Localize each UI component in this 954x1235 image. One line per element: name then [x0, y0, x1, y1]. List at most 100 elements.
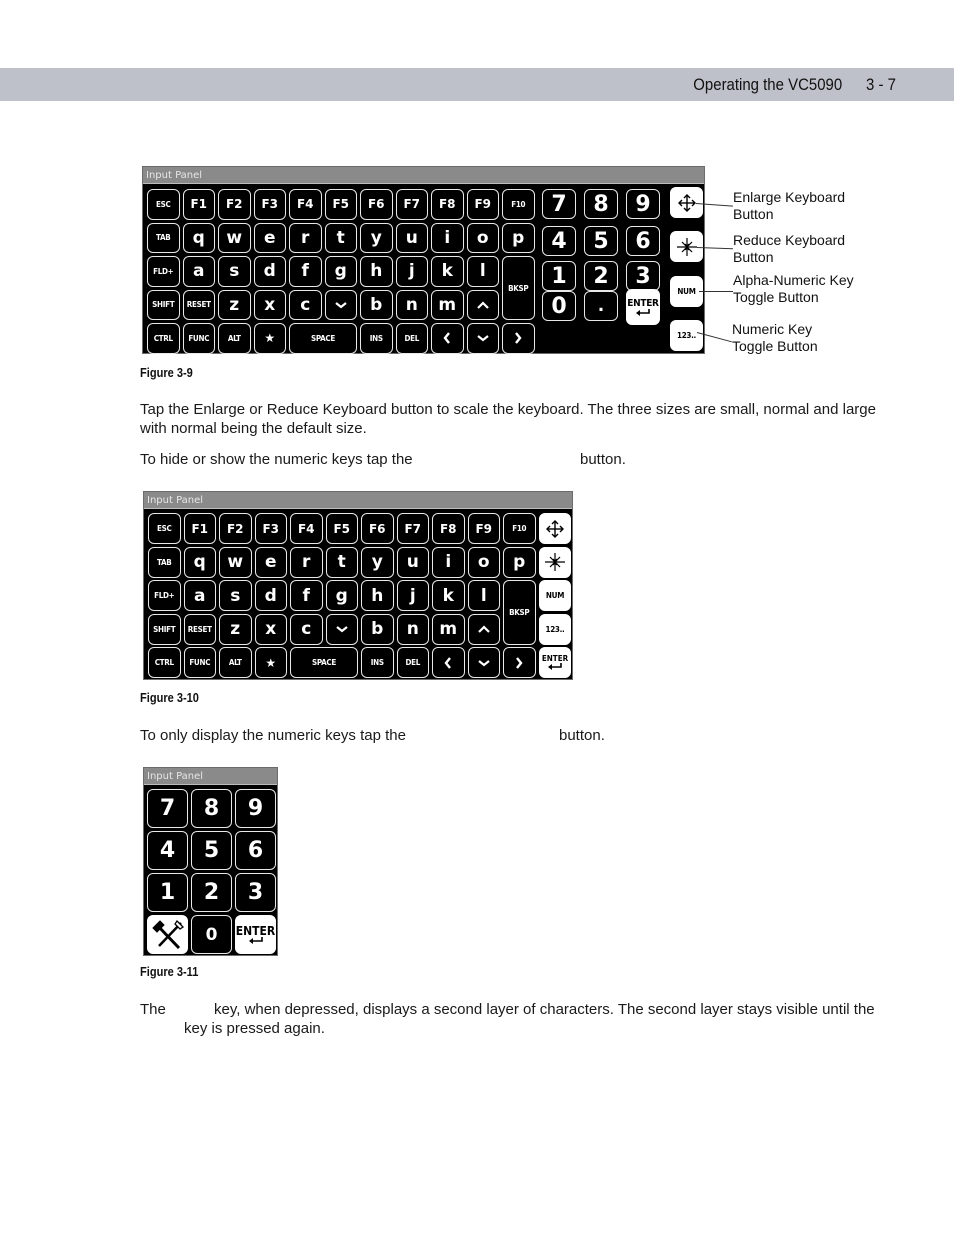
key-h[interactable]: h	[360, 256, 393, 287]
key-q[interactable]: q	[183, 546, 216, 578]
key-down[interactable]	[325, 613, 358, 645]
key-f4[interactable]: F4	[290, 513, 323, 544]
key-alt[interactable]: ALT	[219, 647, 252, 678]
key-a[interactable]: a	[182, 256, 215, 287]
key-fld[interactable]: FLD+	[147, 256, 180, 287]
numpad-key-7[interactable]: 7	[542, 189, 576, 219]
key-reset[interactable]: RESET	[182, 289, 215, 320]
key-g[interactable]: g	[324, 256, 357, 287]
key-shift[interactable]: SHIFT	[147, 289, 180, 320]
key-s[interactable]: s	[218, 256, 251, 287]
key-d[interactable]: d	[253, 256, 286, 287]
reduce-keyboard-button[interactable]	[539, 546, 571, 578]
key-down[interactable]	[467, 647, 500, 678]
key-ins[interactable]: INS	[361, 647, 394, 678]
key-fld[interactable]: FLD+	[148, 580, 181, 611]
key-j[interactable]: j	[396, 580, 429, 611]
key-y[interactable]: y	[360, 222, 393, 253]
key-bksp[interactable]: BKSP	[502, 256, 535, 320]
key-left[interactable]	[432, 647, 465, 678]
numpad-key-5[interactable]: 5	[191, 831, 232, 870]
key-f3[interactable]: F3	[254, 513, 287, 544]
key-del[interactable]: DEL	[396, 647, 429, 678]
key-f3[interactable]: F3	[253, 189, 286, 220]
key-f2[interactable]: F2	[219, 513, 252, 544]
enlarge-keyboard-button[interactable]	[539, 513, 571, 544]
key-f2[interactable]: F2	[218, 189, 251, 220]
numeric-key-toggle-button[interactable]: 123..	[539, 613, 571, 645]
key-f[interactable]: f	[290, 580, 323, 611]
key-k[interactable]: k	[431, 256, 464, 287]
key-c[interactable]: c	[290, 613, 323, 645]
key-t[interactable]: t	[324, 222, 357, 253]
key-func[interactable]: FUNC	[182, 323, 215, 354]
numpad-key-4[interactable]: 4	[147, 831, 188, 870]
numpad-key-8[interactable]: 8	[584, 189, 618, 219]
key-star[interactable]: ★	[253, 323, 286, 354]
key-tab[interactable]: TAB	[148, 546, 181, 578]
key-up[interactable]	[466, 289, 499, 320]
key-f5[interactable]: F5	[324, 189, 357, 220]
numpad-key-0[interactable]: 0	[542, 291, 576, 321]
key-c[interactable]: c	[289, 289, 322, 320]
numpad-key-7[interactable]: 7	[147, 789, 188, 828]
key-esc[interactable]: ESC	[148, 513, 181, 544]
key-s[interactable]: s	[219, 580, 252, 611]
key-f7[interactable]: F7	[396, 513, 429, 544]
key-t[interactable]: t	[325, 546, 358, 578]
key-e[interactable]: e	[253, 222, 286, 253]
key-h[interactable]: h	[361, 580, 394, 611]
key-b[interactable]: b	[360, 289, 393, 320]
key-x[interactable]: x	[253, 289, 286, 320]
key-r[interactable]: r	[290, 546, 323, 578]
key-l[interactable]: l	[466, 256, 499, 287]
key-ctrl[interactable]: CTRL	[147, 323, 180, 354]
key-f6[interactable]: F6	[360, 189, 393, 220]
key-z[interactable]: z	[218, 289, 251, 320]
enter-key[interactable]: ENTER	[539, 647, 571, 678]
key-right[interactable]	[502, 323, 535, 354]
key-y[interactable]: y	[361, 546, 394, 578]
numeric-key-toggle-button[interactable]: 123..	[670, 320, 703, 351]
key-f[interactable]: f	[289, 256, 322, 287]
key-b[interactable]: b	[361, 613, 394, 645]
key-tab[interactable]: TAB	[147, 222, 180, 253]
numpad-key-9[interactable]: 9	[235, 789, 276, 828]
key-d[interactable]: d	[254, 580, 287, 611]
enter-key[interactable]: ENTER	[626, 289, 660, 325]
key-up[interactable]	[467, 613, 500, 645]
key-f4[interactable]: F4	[289, 189, 322, 220]
key-alt[interactable]: ALT	[218, 323, 251, 354]
key-del[interactable]: DEL	[395, 323, 428, 354]
key-n[interactable]: n	[396, 613, 429, 645]
key-l[interactable]: l	[467, 580, 500, 611]
numpad-key-3[interactable]: 3	[626, 261, 660, 291]
key-m[interactable]: m	[432, 613, 465, 645]
key-bksp[interactable]: BKSP	[503, 580, 536, 645]
key-u[interactable]: u	[396, 546, 429, 578]
key-p[interactable]: p	[503, 546, 536, 578]
numpad-key-0[interactable]: 0	[191, 915, 232, 954]
key-w[interactable]: w	[218, 222, 251, 253]
key-f9[interactable]: F9	[467, 513, 500, 544]
numpad-key-2[interactable]: 2	[584, 261, 618, 291]
key-ctrl[interactable]: CTRL	[148, 647, 181, 678]
key-m[interactable]: m	[431, 289, 464, 320]
key-e[interactable]: e	[254, 546, 287, 578]
key-i[interactable]: i	[431, 222, 464, 253]
numpad-key-decimal[interactable]: .	[584, 291, 618, 321]
key-u[interactable]: u	[395, 222, 428, 253]
key-f10[interactable]: F10	[503, 513, 536, 544]
key-shift[interactable]: SHIFT	[148, 613, 181, 645]
key-f1[interactable]: F1	[182, 189, 215, 220]
numpad-key-4[interactable]: 4	[542, 226, 576, 256]
key-f1[interactable]: F1	[183, 513, 216, 544]
numpad-key-1[interactable]: 1	[147, 873, 188, 912]
numpad-key-6[interactable]: 6	[235, 831, 276, 870]
key-f9[interactable]: F9	[466, 189, 499, 220]
key-f6[interactable]: F6	[361, 513, 394, 544]
key-o[interactable]: o	[466, 222, 499, 253]
key-g[interactable]: g	[325, 580, 358, 611]
key-q[interactable]: q	[182, 222, 215, 253]
key-down[interactable]	[324, 289, 357, 320]
